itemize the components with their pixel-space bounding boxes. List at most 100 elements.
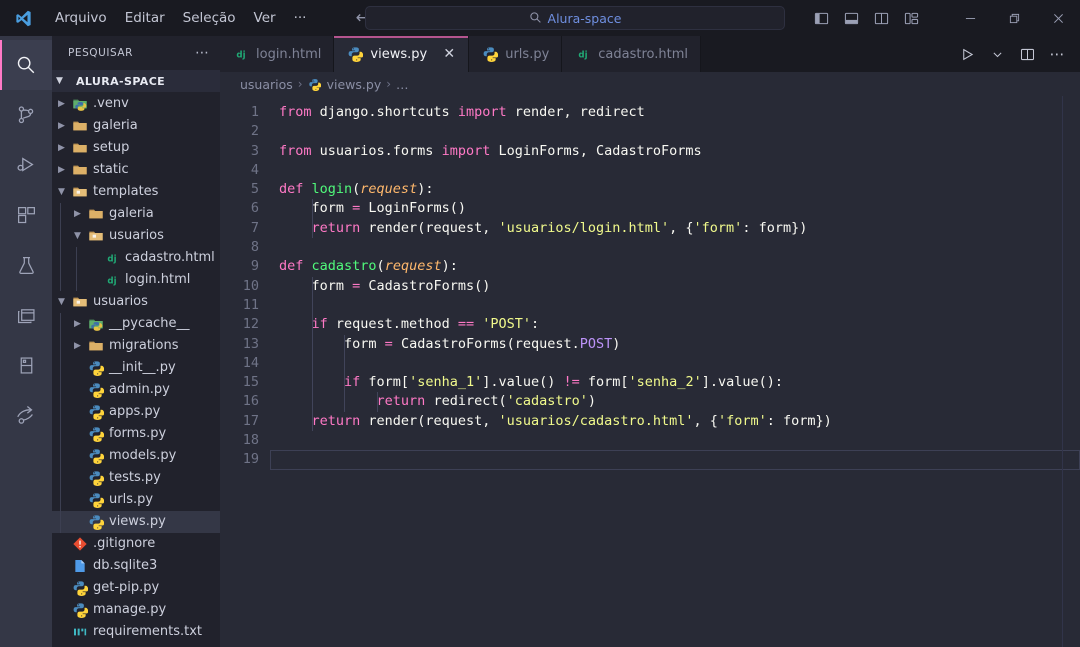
tree-file-urls-py[interactable]: urls.py <box>52 489 220 511</box>
editor-tab-login-html[interactable]: dj login.html <box>220 36 335 72</box>
svg-text:dj: dj <box>107 276 116 286</box>
menu-more[interactable]: ··· <box>285 5 316 31</box>
tree-file-admin-py[interactable]: admin.py <box>52 379 220 401</box>
activity-item-remote-explorer[interactable] <box>0 290 52 340</box>
tree-file-gitignore[interactable]: .gitignore <box>52 533 220 555</box>
toggle-panel-icon[interactable] <box>840 7 862 29</box>
code-token: django.shortcuts <box>319 104 458 120</box>
breadcrumb-more[interactable]: … <box>396 77 409 92</box>
tree-file-requirements-txt[interactable]: requirements.txt <box>52 621 220 643</box>
activity-item-run-and-debug[interactable] <box>0 140 52 190</box>
tree-folder-migrations[interactable]: ▶ migrations <box>52 335 220 357</box>
tree-folder-usuarios[interactable]: ▼ usuarios <box>52 225 220 247</box>
tree-folder-venv[interactable]: ▶ .venv <box>52 93 220 115</box>
editor-tab-views-py[interactable]: views.py ✕ <box>334 36 470 72</box>
tree-file-cadastro-html[interactable]: dj cadastro.html <box>52 247 220 269</box>
explorer-root-folder[interactable]: ▼ ALURA-SPACE <box>52 70 220 92</box>
line-number: 12 <box>242 316 259 333</box>
editor-tab-label: urls.py <box>505 46 550 62</box>
code-content[interactable]: from django.shortcuts import render, red… <box>270 96 1080 647</box>
code-line: form = CadastroForms() <box>270 276 1080 296</box>
activity-item-testing[interactable] <box>0 240 52 290</box>
activity-item-extensions[interactable] <box>0 190 52 240</box>
python-icon <box>72 580 88 596</box>
breadcrumb-folder[interactable]: usuarios <box>240 77 293 92</box>
tree-folder-static[interactable]: ▶ static <box>52 159 220 181</box>
chevron-right-icon[interactable]: ▶ <box>56 99 67 109</box>
tree-file-db-sqlite3[interactable]: db.sqlite3 <box>52 555 220 577</box>
toggle-secondary-sidebar-icon[interactable] <box>870 7 892 29</box>
run-python-file-button[interactable] <box>954 41 980 67</box>
activity-item-search[interactable] <box>0 40 52 90</box>
tree-folder-galeria[interactable]: ▶ galeria <box>52 115 220 137</box>
code-token: 'usuarios/login.html' <box>498 219 670 236</box>
code-token: ].value(): <box>701 374 783 391</box>
activity-item-source-control[interactable] <box>0 90 52 140</box>
chevron-right-icon[interactable]: ▶ <box>72 319 83 329</box>
editor-tab-cadastro-html[interactable]: dj cadastro.html <box>562 36 701 72</box>
chevron-down-icon[interactable]: ▼ <box>56 187 67 197</box>
code-token: def <box>279 181 312 198</box>
tree-item-label: static <box>93 162 129 177</box>
code-token: form <box>279 335 385 352</box>
tree-file-tests-py[interactable]: tests.py <box>52 467 220 489</box>
tree-file-views-py[interactable]: views.py <box>52 511 220 533</box>
breadcrumb: usuarios › views.py › … <box>220 72 1080 96</box>
window-restore-button[interactable] <box>992 0 1036 36</box>
code-editor[interactable]: 1 2 3 4 5 6 7 8 9 10 11 12 13 14 15 16 17 18 19 from djang… <box>220 96 1080 647</box>
python-icon <box>308 77 322 91</box>
tree-item-label: urls.py <box>109 492 154 507</box>
toggle-primary-sidebar-icon[interactable] <box>810 7 832 29</box>
tree-file-manage-py[interactable]: manage.py <box>52 599 220 621</box>
tree-file-init-py[interactable]: __init__.py <box>52 357 220 379</box>
tree-item-label: manage.py <box>93 602 167 617</box>
python-icon <box>88 514 104 530</box>
breadcrumb-file[interactable]: views.py <box>327 77 382 92</box>
close-icon[interactable]: ✕ <box>442 47 456 61</box>
menu-ver[interactable]: Ver <box>245 5 285 31</box>
menu-arquivo[interactable]: Arquivo <box>46 5 116 31</box>
django-icon: dj <box>104 250 120 266</box>
file-tree: ▶ .venv ▶ galeria ▶ setup ▶ static ▼ templates ▶ ga… <box>52 92 220 647</box>
tree-file-login-html[interactable]: dj login.html <box>52 269 220 291</box>
line-number: 1 <box>250 104 259 120</box>
folder-open-icon <box>72 294 88 310</box>
tree-folder-galeria[interactable]: ▶ galeria <box>52 203 220 225</box>
quick-search-input[interactable]: Alura-space <box>365 6 785 30</box>
tree-folder-usuarios[interactable]: ▼ usuarios <box>52 291 220 313</box>
chevron-right-icon[interactable]: ▶ <box>72 209 83 219</box>
code-indent-guide <box>311 392 313 412</box>
tree-file-apps-py[interactable]: apps.py <box>52 401 220 423</box>
activity-item-database[interactable] <box>0 340 52 390</box>
menu-editar[interactable]: Editar <box>116 5 174 31</box>
code-indent-guide <box>311 411 313 432</box>
tree-file-forms-py[interactable]: forms.py <box>52 423 220 445</box>
more-actions-icon[interactable]: ⋯ <box>1044 41 1070 67</box>
split-editor-button[interactable] <box>1014 41 1040 67</box>
line-number: 7 <box>250 219 259 236</box>
editor-tab-urls-py[interactable]: urls.py <box>469 36 563 72</box>
customize-layout-icon[interactable] <box>900 7 922 29</box>
chevron-right-icon[interactable]: ▶ <box>56 121 67 131</box>
activity-item-live-share[interactable] <box>0 390 52 440</box>
chevron-down-icon[interactable]: ▼ <box>56 297 67 307</box>
chevron-right-icon[interactable]: ▶ <box>56 165 67 175</box>
menu-selecao[interactable]: Seleção <box>174 5 245 31</box>
window-minimize-button[interactable] <box>948 0 992 36</box>
more-actions-icon[interactable]: ⋯ <box>195 46 210 60</box>
tree-file-get-pip-py[interactable]: get-pip.py <box>52 577 220 599</box>
window-close-button[interactable] <box>1036 0 1080 36</box>
tree-file-models-py[interactable]: models.py <box>52 445 220 467</box>
tree-item-label: tests.py <box>109 470 161 485</box>
tree-item-label: .venv <box>93 96 129 111</box>
tree-folder-templates[interactable]: ▼ templates <box>52 181 220 203</box>
svg-text:dj: dj <box>236 50 245 60</box>
chevron-right-icon[interactable]: ▶ <box>72 341 83 351</box>
chevron-right-icon[interactable]: ▶ <box>56 143 67 153</box>
line-number: 18 <box>242 432 259 449</box>
chevron-down-icon[interactable]: ▼ <box>72 231 83 241</box>
tree-folder-setup[interactable]: ▶ setup <box>52 137 220 159</box>
chevron-down-icon[interactable] <box>984 41 1010 67</box>
code-line: form = CadastroForms(request.POST) <box>270 334 1080 354</box>
tree-folder-pycache[interactable]: ▶ __pycache__ <box>52 313 220 335</box>
